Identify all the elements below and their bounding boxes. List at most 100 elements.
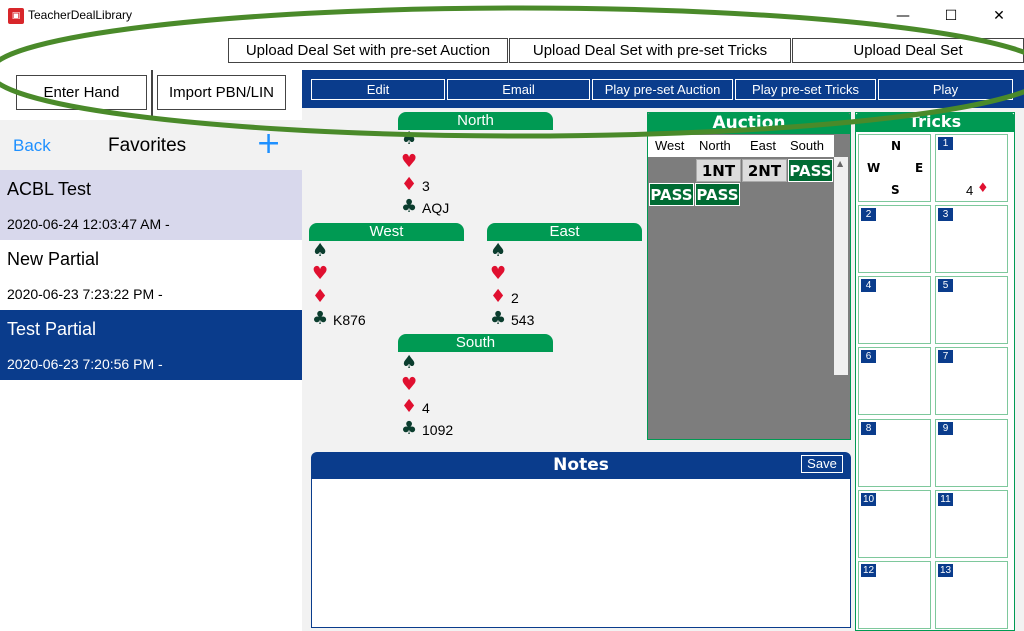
app-icon: ▣ — [8, 8, 24, 24]
south-diamonds: 4 — [422, 400, 430, 416]
trick-cell[interactable]: 3 — [935, 205, 1008, 273]
south-clubs: 1092 — [422, 422, 454, 438]
close-button[interactable]: ✕ — [976, 0, 1022, 32]
east-label: East — [487, 223, 642, 241]
email-button[interactable]: Email — [447, 79, 590, 100]
auction-seat-north: North — [699, 138, 731, 153]
trick-number: 8 — [861, 422, 876, 435]
trick-number: 13 — [938, 564, 953, 577]
west-clubs: K876 — [333, 312, 366, 328]
trick-number: 12 — [861, 564, 876, 577]
spade-icon: ♠ — [401, 352, 418, 373]
favorite-date: 2020-06-24 12:03:47 AM - — [7, 216, 170, 232]
trick-cell[interactable]: 5 — [935, 276, 1008, 344]
upload-auction-button[interactable]: Upload Deal Set with pre-set Auction — [228, 38, 508, 63]
diamond-icon: ♦ — [490, 286, 507, 307]
trick-number: 6 — [861, 350, 876, 363]
north-label: North — [398, 112, 553, 130]
heart-icon: ♥ — [401, 151, 418, 172]
diamond-icon: ♦ — [977, 181, 989, 196]
spade-icon: ♠ — [312, 240, 329, 261]
trick-cell[interactable]: 2 — [858, 205, 931, 273]
favorite-date: 2020-06-23 7:20:56 PM - — [7, 356, 163, 372]
favorite-item-acbl-test[interactable]: ACBL Test 2020-06-24 12:03:47 AM - — [0, 170, 302, 240]
favorite-name: New Partial — [7, 249, 100, 269]
compass-w: W — [867, 161, 881, 175]
east-clubs: 543 — [511, 312, 535, 328]
divider — [151, 70, 153, 116]
trick-number: 2 — [861, 208, 876, 221]
enter-hand-button[interactable]: Enter Hand — [16, 75, 147, 110]
minimize-button[interactable]: — — [880, 0, 926, 32]
north-diamonds: 3 — [422, 178, 430, 194]
compass-n: N — [891, 139, 902, 153]
bid-cell: PASS — [695, 183, 740, 206]
import-pbn-button[interactable]: Import PBN/LIN — [157, 75, 286, 110]
auction-seat-west: West — [655, 138, 685, 153]
upload-tricks-button[interactable]: Upload Deal Set with pre-set Tricks — [509, 38, 791, 63]
back-link[interactable]: Back — [13, 136, 51, 156]
heart-icon: ♥ — [401, 374, 418, 395]
upload-deal-button[interactable]: Upload Deal Set — [792, 38, 1024, 63]
trick-cell[interactable]: 6 — [858, 347, 931, 415]
east-diamonds: 2 — [511, 290, 519, 306]
trick-number: 5 — [938, 279, 953, 292]
bid-cell: 2NT — [742, 159, 787, 182]
favorite-date: 2020-06-23 7:23:22 PM - — [7, 286, 163, 302]
auction-seat-east: East — [750, 138, 777, 153]
diamond-icon: ♦ — [401, 396, 418, 417]
club-icon: ♣ — [312, 308, 329, 329]
bid-cell: 1NT — [696, 159, 741, 182]
trick-cell[interactable]: 4 — [858, 276, 931, 344]
trick-number: 9 — [938, 422, 953, 435]
bid-cell: PASS — [788, 159, 833, 182]
trick-cell[interactable]: 11 — [935, 490, 1008, 558]
title-bar — [0, 0, 1024, 32]
club-icon: ♣ — [401, 196, 418, 217]
south-label: South — [398, 334, 553, 352]
diamond-icon: ♦ — [312, 286, 329, 307]
bid-cell: PASS — [649, 183, 694, 206]
favorite-item-test-partial[interactable]: Test Partial 2020-06-23 7:20:56 PM - — [0, 310, 302, 380]
trick-cell[interactable]: 8 — [858, 419, 931, 487]
window-title: TeacherDealLibrary — [28, 8, 133, 22]
compass-e: E — [915, 161, 924, 175]
club-icon: ♣ — [490, 308, 507, 329]
trick-cell[interactable]: 7 — [935, 347, 1008, 415]
trick-cell[interactable]: 10 — [858, 490, 931, 558]
scroll-up-icon[interactable]: ▲ — [837, 159, 843, 168]
spade-icon: ♠ — [490, 240, 507, 261]
trick-number: 7 — [938, 350, 953, 363]
edit-button[interactable]: Edit — [311, 79, 445, 100]
trick-cell[interactable]: 1 4 ♦ — [935, 134, 1008, 202]
trick-cell[interactable]: 12 — [858, 561, 931, 629]
favorites-title: Favorites — [108, 135, 187, 156]
favorite-item-new-partial[interactable]: New Partial 2020-06-23 7:23:22 PM - — [0, 240, 302, 310]
play-tricks-button[interactable]: Play pre-set Tricks — [735, 79, 876, 100]
add-favorite-icon[interactable]: + — [256, 126, 281, 162]
favorite-name: Test Partial — [7, 319, 97, 339]
maximize-button[interactable]: ☐ — [928, 0, 974, 32]
club-icon: ♣ — [401, 418, 418, 439]
heart-icon: ♥ — [490, 263, 507, 284]
auction-scrollbar[interactable]: ▲ — [834, 157, 848, 375]
trick-cell[interactable]: 13 — [935, 561, 1008, 629]
trick-number: 4 — [861, 279, 876, 292]
play-button[interactable]: Play — [878, 79, 1013, 100]
notes-save-button[interactable]: Save — [801, 455, 843, 473]
notes-title: Notes — [553, 455, 609, 475]
tricks-title: Tricks — [855, 112, 1015, 132]
spade-icon: ♠ — [401, 128, 418, 149]
notes-textarea[interactable] — [311, 478, 851, 628]
trick-number: 3 — [938, 208, 953, 221]
heart-icon: ♥ — [312, 263, 329, 284]
trick-number: 1 — [938, 137, 953, 150]
trick-cell[interactable]: 9 — [935, 419, 1008, 487]
north-clubs: AQJ — [422, 200, 450, 216]
auction-seat-row: West North East South — [648, 135, 834, 157]
favorite-name: ACBL Test — [7, 179, 92, 199]
play-auction-button[interactable]: Play pre-set Auction — [592, 79, 733, 100]
compass-s: S — [891, 183, 900, 197]
auction-seat-south: South — [790, 138, 824, 153]
trick-card: 4 — [966, 183, 974, 198]
